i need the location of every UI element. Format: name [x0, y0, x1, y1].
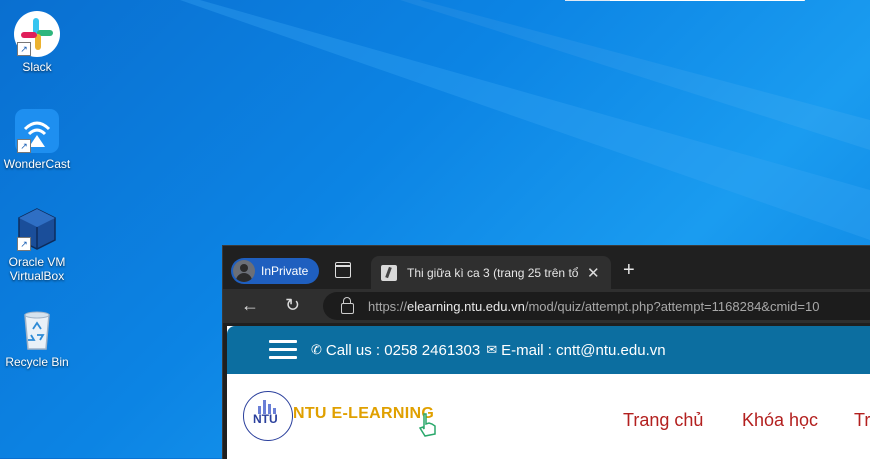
pointer-hand-icon	[418, 413, 436, 437]
menu-item-more[interactable]: Tr	[854, 410, 870, 431]
hamburger-menu-icon[interactable]	[269, 340, 297, 360]
menu-item-courses[interactable]: Khóa học	[742, 410, 818, 431]
phone-icon: ✆	[311, 342, 322, 357]
tab-strip: InPrivate Thi giữa kì ca 3 (trang 25 trê…	[223, 246, 870, 289]
tab-actions-icon[interactable]	[335, 262, 351, 278]
url-scheme: https://	[368, 298, 408, 314]
inprivate-label: InPrivate	[261, 264, 309, 278]
avatar	[233, 260, 255, 282]
desktop-icon-wondercast[interactable]: ↗ WonderCast	[1, 107, 73, 171]
shortcut-arrow-icon: ↗	[17, 139, 31, 153]
desktop-icon-label: Recycle Bin	[5, 355, 69, 369]
call-us-text: Call us : 0258 2461303	[325, 341, 481, 359]
desktop-icon-virtualbox[interactable]: ↗ Oracle VM VirtualBox	[1, 205, 73, 283]
close-tab-icon[interactable]: ✕	[587, 264, 600, 282]
tab-quiz[interactable]: Thi giữa kì ca 3 (trang 25 trên tổng số …	[371, 256, 611, 289]
recycle-bin-icon	[13, 305, 61, 353]
refresh-icon[interactable]: ↻	[285, 295, 300, 316]
wondercast-icon: ↗	[13, 107, 61, 155]
shortcut-arrow-icon: ↗	[17, 237, 31, 251]
lock-icon	[341, 296, 354, 314]
desktop-icon-label: Oracle VM VirtualBox	[8, 255, 66, 283]
window-edge-highlight	[610, 0, 804, 1]
desktop-icon-label: Slack	[22, 60, 52, 74]
shortcut-arrow-icon: ↗	[17, 42, 31, 56]
new-tab-icon[interactable]: +	[623, 260, 635, 280]
browser-window: InPrivate Thi giữa kì ca 3 (trang 25 trê…	[222, 245, 870, 459]
envelope-icon: ✉	[486, 342, 498, 357]
site-contact-bar: ✆ Call us : 0258 2461303 ✉ E-mail : cntt…	[227, 326, 870, 374]
site-header: NTU NTU E-LEARNING Trang chủ Khóa học Tr	[227, 374, 870, 459]
url-input[interactable]: https:// elearning.ntu.edu.vn /mod/quiz/…	[323, 292, 870, 320]
site-favicon-icon	[381, 264, 397, 281]
inprivate-profile-button[interactable]: InPrivate	[231, 258, 319, 284]
desktop-icon-slack[interactable]: ↗ Slack	[1, 10, 73, 74]
desktop-icon-recycle-bin[interactable]: Recycle Bin	[1, 305, 73, 369]
address-bar: ← ↻ https:// elearning.ntu.edu.vn /mod/q…	[223, 289, 870, 323]
menu-item-home[interactable]: Trang chủ	[623, 410, 703, 431]
back-icon[interactable]: ←	[241, 295, 259, 316]
tab-title: Thi giữa kì ca 3 (trang 25 trên tổng số	[407, 265, 579, 280]
virtualbox-icon: ↗	[13, 205, 61, 253]
url-domain: elearning.ntu.edu.vn	[407, 298, 525, 314]
site-logo-text[interactable]: NTU E-LEARNING	[293, 405, 434, 423]
slack-icon: ↗	[13, 10, 61, 58]
desktop-icon-label: WonderCast	[3, 157, 71, 171]
email-text[interactable]: E-mail : cntt@ntu.edu.vn	[501, 342, 665, 359]
ntu-logo[interactable]: NTU	[243, 391, 293, 441]
url-path: /mod/quiz/attempt.php?attempt=1168284&cm…	[524, 298, 820, 314]
logo-badge-text: NTU	[253, 412, 278, 426]
web-page: ✆ Call us : 0258 2461303 ✉ E-mail : cntt…	[227, 326, 870, 459]
